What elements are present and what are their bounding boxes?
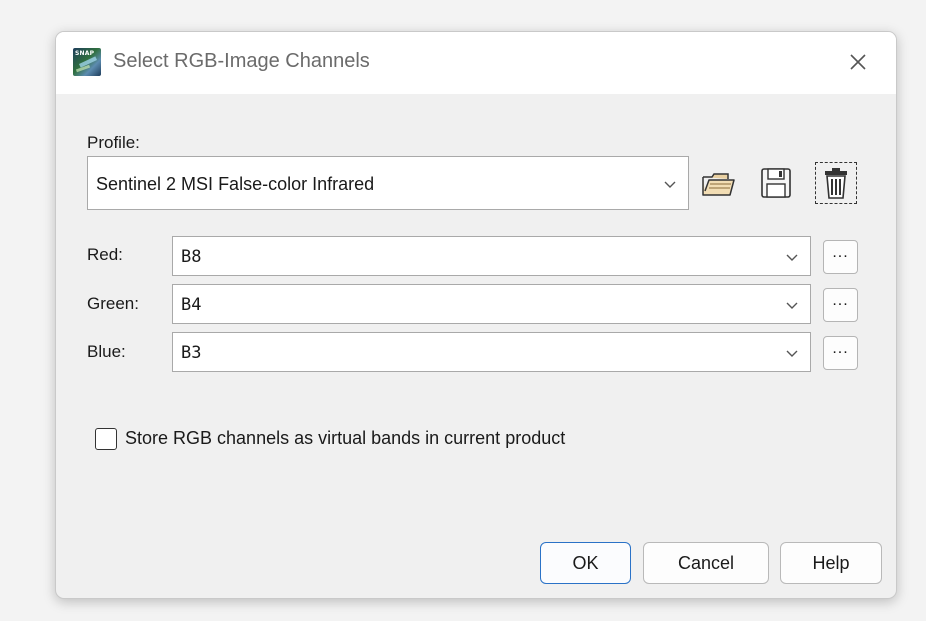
profile-selected-value: Sentinel 2 MSI False-color Infrared (96, 174, 375, 194)
green-channel-label: Green: (87, 294, 139, 313)
chevron-down-icon (784, 345, 800, 361)
red-channel-expression-button[interactable]: ... (823, 240, 858, 274)
blue-channel-value: B3 (181, 343, 202, 363)
profile-dropdown[interactable]: Sentinel 2 MSI False-color Infrared (87, 156, 689, 210)
save-floppy-icon[interactable] (758, 165, 794, 201)
cancel-button[interactable]: Cancel (643, 542, 769, 584)
virtual-bands-checkbox[interactable] (95, 428, 117, 450)
open-folder-icon[interactable] (700, 165, 736, 201)
chevron-down-icon (784, 249, 800, 265)
chevron-down-icon (662, 176, 678, 192)
delete-trash-icon[interactable] (818, 165, 854, 201)
profile-label: Profile: (87, 133, 140, 152)
green-channel-expression-button[interactable]: ... (823, 288, 858, 322)
green-channel-dropdown[interactable]: B4 (172, 284, 811, 324)
virtual-bands-checkbox-label[interactable]: Store RGB channels as virtual bands in c… (125, 428, 565, 449)
chevron-down-icon (784, 297, 800, 313)
rgb-channels-dialog: SNAP Select RGB-Image Channels Profile: … (55, 31, 897, 599)
blue-channel-expression-button[interactable]: ... (823, 336, 858, 370)
red-channel-label: Red: (87, 245, 123, 264)
window-title: Select RGB-Image Channels (113, 50, 370, 72)
red-channel-value: B8 (181, 247, 202, 267)
close-icon[interactable] (840, 44, 876, 80)
red-channel-dropdown[interactable]: B8 (172, 236, 811, 276)
snap-app-icon: SNAP (73, 48, 101, 76)
blue-channel-dropdown[interactable]: B3 (172, 332, 811, 372)
green-channel-value: B4 (181, 295, 202, 315)
ok-button[interactable]: OK (540, 542, 631, 584)
help-button[interactable]: Help (780, 542, 882, 584)
title-bar: SNAP Select RGB-Image Channels (56, 32, 896, 94)
blue-channel-label: Blue: (87, 342, 126, 361)
